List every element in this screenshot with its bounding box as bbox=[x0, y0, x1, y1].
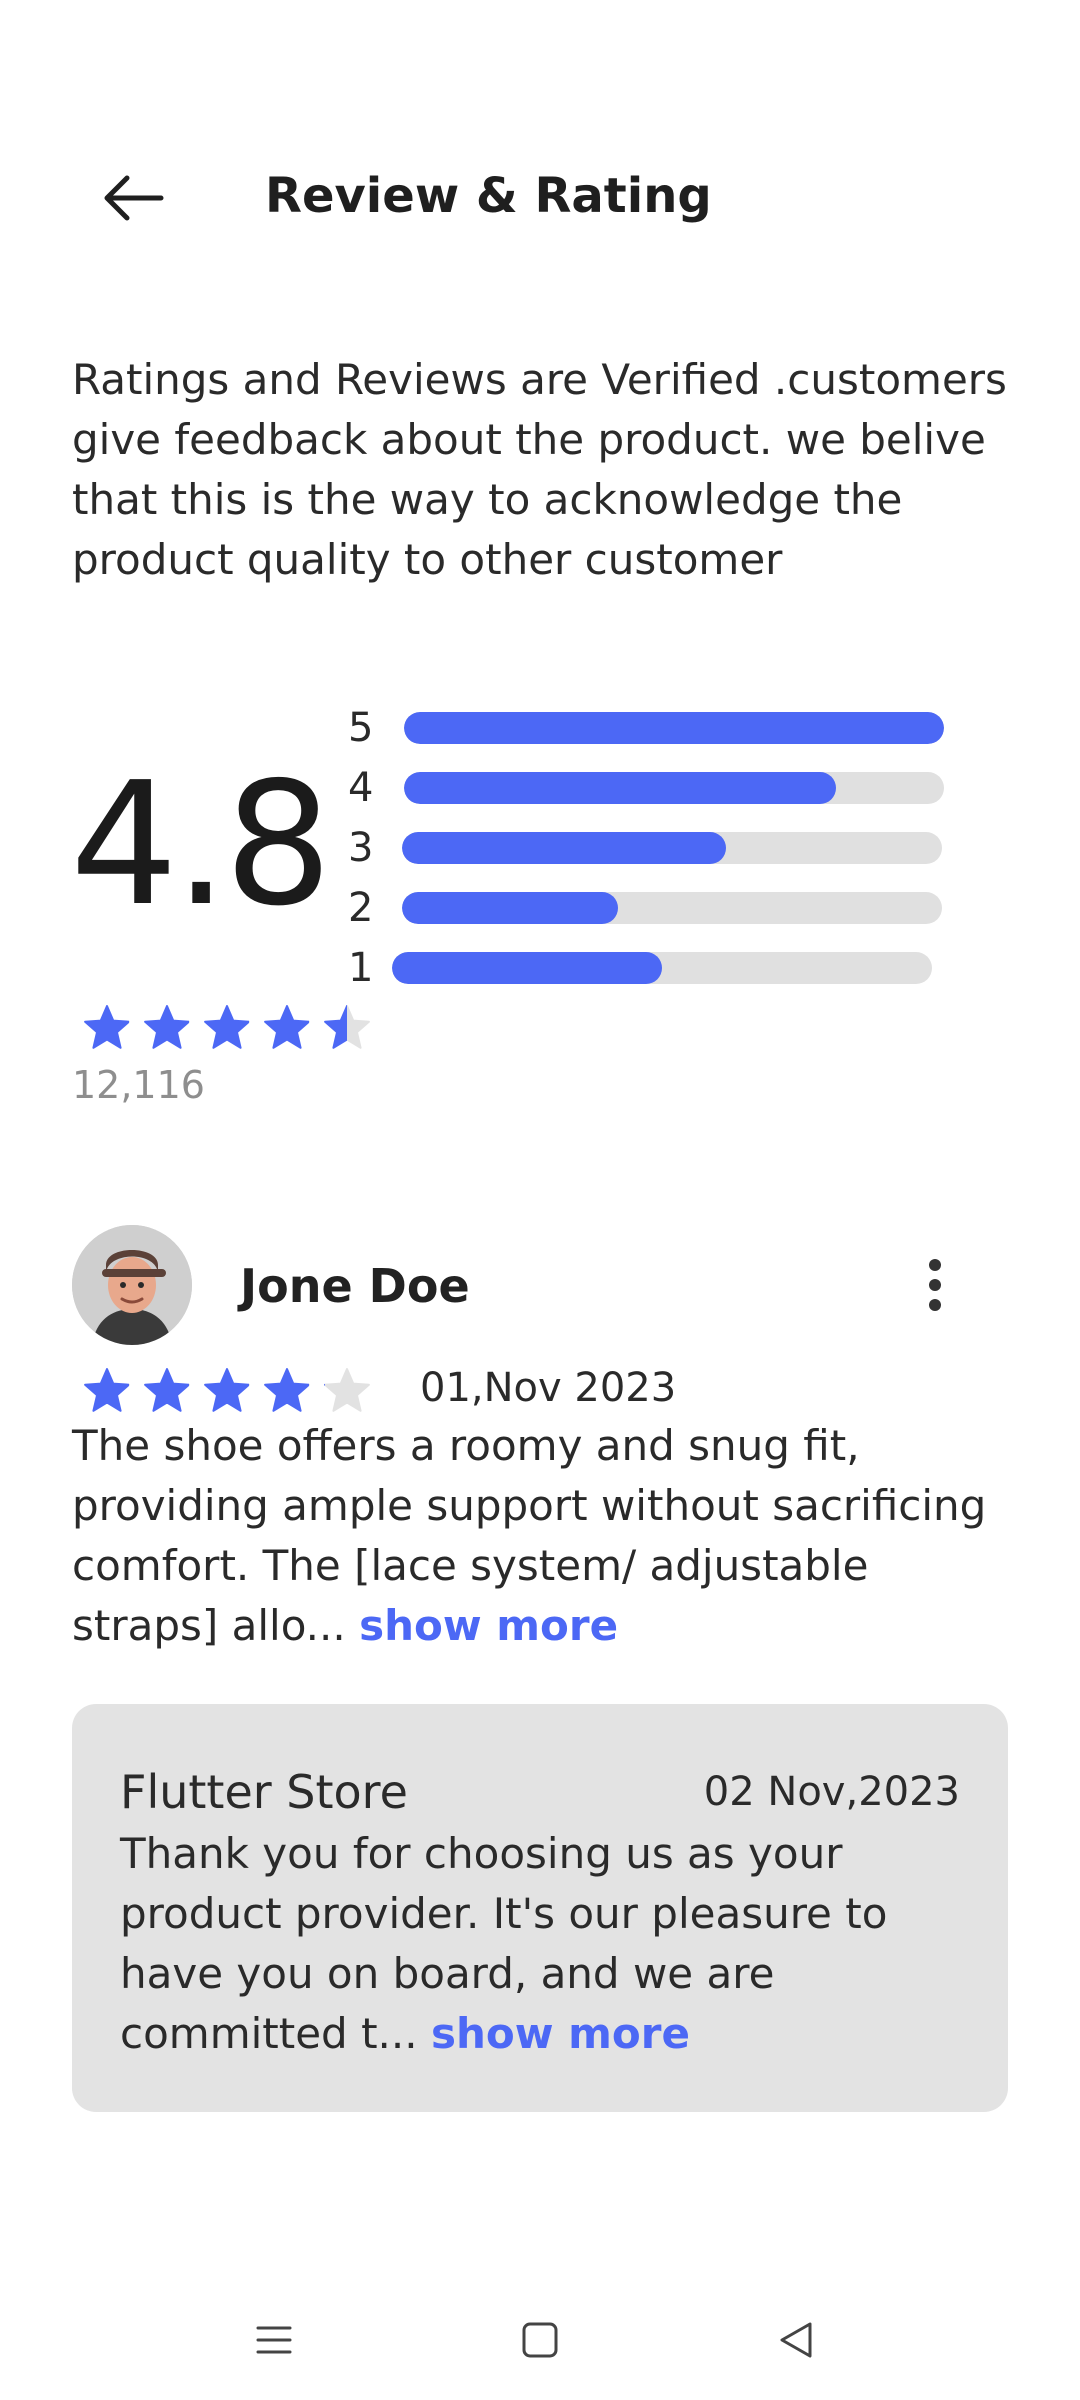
rating-bar-label: 3 bbox=[348, 825, 374, 871]
rating-bar-label: 2 bbox=[348, 885, 374, 931]
rating-bar-label: 4 bbox=[348, 765, 374, 811]
review-menu-button[interactable] bbox=[905, 1250, 965, 1320]
avatar-image bbox=[72, 1225, 192, 1345]
reply-text: Thank you for choosing us as your produc… bbox=[120, 1824, 970, 2064]
review-text: The shoe offers a roomy and snug fit, pr… bbox=[72, 1416, 1012, 1656]
arrow-left-icon bbox=[104, 175, 164, 221]
rating-bar-fill bbox=[404, 772, 836, 804]
rating-bar-track bbox=[404, 772, 944, 804]
rating-bar-label: 1 bbox=[348, 945, 374, 991]
star-icon bbox=[262, 1003, 312, 1057]
rating-bar-fill bbox=[402, 832, 726, 864]
reviewer-name: Jone Doe bbox=[240, 1259, 470, 1313]
star-icon bbox=[202, 1366, 252, 1420]
average-rating: 4.8 bbox=[70, 746, 332, 944]
rating-bar-label: 5 bbox=[348, 705, 374, 751]
star-icon bbox=[202, 1003, 252, 1057]
rating-bar-row: 2 bbox=[348, 888, 942, 928]
menu-icon bbox=[256, 2326, 292, 2354]
back-triangle-icon bbox=[780, 2322, 812, 2358]
rating-bar-fill bbox=[392, 952, 662, 984]
reply-date: 02 Nov,2023 bbox=[703, 1769, 960, 1815]
more-vertical-icon bbox=[929, 1259, 941, 1311]
star-icon bbox=[262, 1366, 312, 1420]
back-button[interactable] bbox=[88, 158, 178, 238]
star-icon bbox=[82, 1366, 132, 1420]
nav-menu-button[interactable] bbox=[214, 2300, 334, 2380]
reply-store-name: Flutter Store bbox=[120, 1765, 408, 1819]
avatar[interactable] bbox=[72, 1225, 192, 1345]
summary-star-rating bbox=[82, 1003, 372, 1057]
rating-bar-row: 3 bbox=[348, 828, 942, 868]
page-title: Review & Rating bbox=[265, 168, 712, 224]
review-star-rating bbox=[82, 1366, 372, 1420]
review-date: 01,Nov 2023 bbox=[420, 1365, 677, 1411]
nav-back-button[interactable] bbox=[736, 2300, 856, 2380]
rating-bar-fill bbox=[402, 892, 618, 924]
rating-bar-track bbox=[402, 832, 942, 864]
store-reply-card: Flutter Store 02 Nov,2023 Thank you for … bbox=[72, 1704, 1008, 2112]
rating-bar-track bbox=[392, 952, 932, 984]
home-square-icon bbox=[522, 2322, 558, 2358]
rating-bar-track bbox=[402, 892, 942, 924]
star-icon bbox=[322, 1003, 372, 1057]
star-icon bbox=[82, 1003, 132, 1057]
reply-show-more-link[interactable]: show more bbox=[431, 2009, 690, 2058]
rating-bar-fill bbox=[404, 712, 944, 744]
rating-bar-row: 1 bbox=[348, 948, 932, 988]
rating-bar-track bbox=[404, 712, 944, 744]
rating-bar-row: 4 bbox=[348, 768, 944, 808]
star-icon bbox=[322, 1366, 372, 1420]
rating-bar-row: 5 bbox=[348, 708, 944, 748]
star-icon bbox=[142, 1366, 192, 1420]
intro-text: Ratings and Reviews are Verified .custom… bbox=[72, 355, 1007, 584]
nav-home-button[interactable] bbox=[480, 2300, 600, 2380]
review-show-more-link[interactable]: show more bbox=[359, 1601, 618, 1650]
star-icon bbox=[142, 1003, 192, 1057]
rating-count: 12,116 bbox=[72, 1063, 205, 1107]
